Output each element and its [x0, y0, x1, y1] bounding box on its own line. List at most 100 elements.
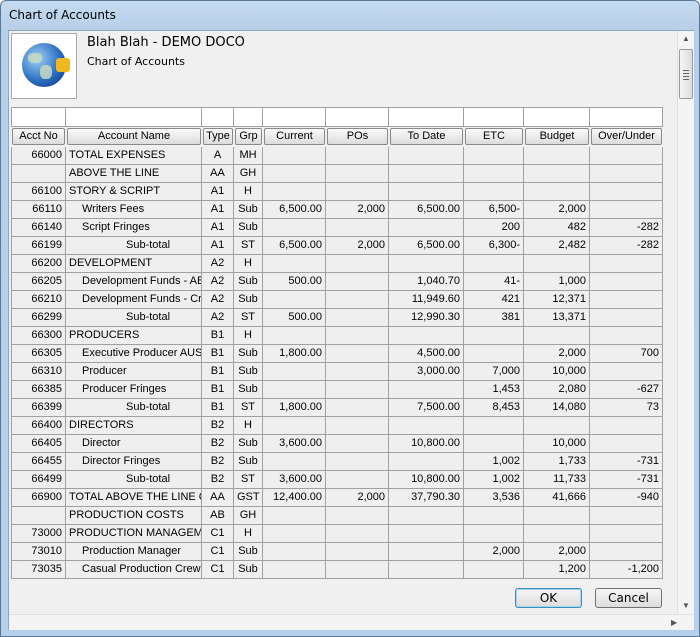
- cell-over-under[interactable]: [590, 525, 663, 543]
- cell-pos[interactable]: [326, 471, 389, 489]
- cell-type[interactable]: AB: [202, 507, 234, 525]
- cell-etc[interactable]: [464, 525, 524, 543]
- cell-acct-no[interactable]: 66205: [11, 273, 66, 291]
- cell-budget[interactable]: 2,000: [524, 345, 590, 363]
- cell-to-date[interactable]: 12,990.30: [389, 309, 464, 327]
- cell-grp[interactable]: Sub: [234, 381, 263, 399]
- cell-grp[interactable]: Sub: [234, 543, 263, 561]
- filter-type[interactable]: [202, 107, 234, 127]
- cell-etc[interactable]: [464, 147, 524, 165]
- cell-account-name[interactable]: DEVELOPMENT: [66, 255, 202, 273]
- cell-account-name[interactable]: PRODUCTION MANAGEMENT: [66, 525, 202, 543]
- cell-account-name[interactable]: Producer Fringes: [66, 381, 202, 399]
- cell-etc[interactable]: 6,300-: [464, 237, 524, 255]
- cell-pos[interactable]: [326, 561, 389, 579]
- cell-acct-no[interactable]: 66300: [11, 327, 66, 345]
- cell-pos[interactable]: 2,000: [326, 489, 389, 507]
- cell-current[interactable]: [263, 453, 326, 471]
- cell-type[interactable]: AA: [202, 165, 234, 183]
- cell-grp[interactable]: Sub: [234, 291, 263, 309]
- cell-type[interactable]: B1: [202, 345, 234, 363]
- cell-pos[interactable]: 2,000: [326, 237, 389, 255]
- cell-grp[interactable]: Sub: [234, 561, 263, 579]
- cell-acct-no[interactable]: 66000: [11, 147, 66, 165]
- cell-budget[interactable]: 1,200: [524, 561, 590, 579]
- cell-current[interactable]: 1,800.00: [263, 345, 326, 363]
- cell-grp[interactable]: ST: [234, 237, 263, 255]
- cell-type[interactable]: A2: [202, 255, 234, 273]
- cell-account-name[interactable]: Executive Producer AUS: [66, 345, 202, 363]
- cell-type[interactable]: B2: [202, 435, 234, 453]
- cell-current[interactable]: 3,600.00: [263, 471, 326, 489]
- cell-type[interactable]: B2: [202, 453, 234, 471]
- cell-type[interactable]: B1: [202, 363, 234, 381]
- filter-to-date[interactable]: [389, 107, 464, 127]
- cell-over-under[interactable]: [590, 417, 663, 435]
- cell-budget[interactable]: [524, 147, 590, 165]
- cell-current[interactable]: [263, 327, 326, 345]
- cell-acct-no[interactable]: 66385: [11, 381, 66, 399]
- cell-budget[interactable]: 11,733: [524, 471, 590, 489]
- cell-current[interactable]: [263, 507, 326, 525]
- cell-etc[interactable]: [464, 435, 524, 453]
- cell-grp[interactable]: Sub: [234, 219, 263, 237]
- cell-type[interactable]: A2: [202, 291, 234, 309]
- cell-budget[interactable]: [524, 417, 590, 435]
- cell-to-date[interactable]: [389, 165, 464, 183]
- cell-budget[interactable]: 482: [524, 219, 590, 237]
- cell-budget[interactable]: [524, 525, 590, 543]
- cell-pos[interactable]: [326, 525, 389, 543]
- cell-pos[interactable]: [326, 273, 389, 291]
- cell-etc[interactable]: 1,453: [464, 381, 524, 399]
- cell-budget[interactable]: 1,733: [524, 453, 590, 471]
- cell-over-under[interactable]: [590, 273, 663, 291]
- cell-etc[interactable]: [464, 561, 524, 579]
- cell-over-under[interactable]: [590, 165, 663, 183]
- cell-over-under[interactable]: -940: [590, 489, 663, 507]
- cell-etc[interactable]: 381: [464, 309, 524, 327]
- cell-over-under[interactable]: -282: [590, 219, 663, 237]
- cell-acct-no[interactable]: 73010: [11, 543, 66, 561]
- cell-account-name[interactable]: TOTAL ABOVE THE LINE COST: [66, 489, 202, 507]
- cell-type[interactable]: B2: [202, 417, 234, 435]
- cell-pos[interactable]: [326, 417, 389, 435]
- cell-to-date[interactable]: 3,000.00: [389, 363, 464, 381]
- cell-type[interactable]: AA: [202, 489, 234, 507]
- cell-acct-no[interactable]: 66140: [11, 219, 66, 237]
- filter-budget[interactable]: [524, 107, 590, 127]
- cell-pos[interactable]: [326, 507, 389, 525]
- cell-account-name[interactable]: Production Manager: [66, 543, 202, 561]
- cell-over-under[interactable]: [590, 363, 663, 381]
- cell-acct-no[interactable]: 66499: [11, 471, 66, 489]
- cell-grp[interactable]: Sub: [234, 363, 263, 381]
- cell-pos[interactable]: [326, 381, 389, 399]
- cell-type[interactable]: B1: [202, 399, 234, 417]
- cell-budget[interactable]: 2,482: [524, 237, 590, 255]
- cell-to-date[interactable]: [389, 219, 464, 237]
- cell-account-name[interactable]: Director: [66, 435, 202, 453]
- cell-grp[interactable]: Sub: [234, 453, 263, 471]
- cell-account-name[interactable]: Sub-total: [66, 471, 202, 489]
- cell-pos[interactable]: [326, 165, 389, 183]
- cell-etc[interactable]: [464, 345, 524, 363]
- cell-type[interactable]: A1: [202, 237, 234, 255]
- cell-grp[interactable]: H: [234, 417, 263, 435]
- cell-acct-no[interactable]: 73035: [11, 561, 66, 579]
- cell-grp[interactable]: ST: [234, 309, 263, 327]
- cancel-button[interactable]: Cancel: [595, 588, 662, 608]
- cell-to-date[interactable]: 37,790.30: [389, 489, 464, 507]
- scroll-right-arrow-icon[interactable]: ▶: [671, 618, 677, 627]
- cell-to-date[interactable]: 4,500.00: [389, 345, 464, 363]
- filter-current[interactable]: [263, 107, 326, 127]
- vertical-scrollbar[interactable]: ▲ ▼: [677, 31, 694, 614]
- cell-type[interactable]: A1: [202, 183, 234, 201]
- cell-account-name[interactable]: DIRECTORS: [66, 417, 202, 435]
- cell-grp[interactable]: Sub: [234, 273, 263, 291]
- column-header-budget[interactable]: Budget: [525, 128, 589, 145]
- cell-grp[interactable]: H: [234, 327, 263, 345]
- cell-budget[interactable]: [524, 183, 590, 201]
- cell-account-name[interactable]: TOTAL EXPENSES: [66, 147, 202, 165]
- cell-acct-no[interactable]: 66900: [11, 489, 66, 507]
- cell-to-date[interactable]: [389, 381, 464, 399]
- cell-pos[interactable]: [326, 435, 389, 453]
